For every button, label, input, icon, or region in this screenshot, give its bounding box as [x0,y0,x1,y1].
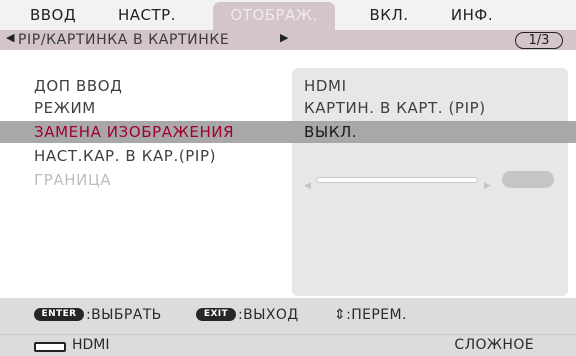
setting-label: НАСТ.КАР. В КАР.(PIP) [34,147,217,165]
submenu-title: PIP/КАРТИНКА В КАРТИНКЕ [18,32,230,48]
setting-label: ГРАНИЦА [34,171,112,189]
page-indicator: 1/3 [515,32,563,49]
enter-hint-label: :ВЫБРАТЬ [86,307,162,323]
tab-info[interactable]: ИНФ. [441,2,503,30]
tab-input[interactable]: ВВОД [22,2,84,30]
border-slider-track [316,177,478,183]
setting-row-pip-settings[interactable]: НАСТ.КАР. В КАР.(PIP) [0,145,576,167]
setting-value: HDMI [304,77,347,95]
move-hint-label: ⇕:ПЕРЕМ. [334,307,407,323]
enter-key-badge: ENTER [34,308,84,321]
setting-row-extra-input[interactable]: ДОП ВВОД HDMI [0,75,576,97]
current-source: HDMI [72,337,110,353]
setting-label: РЕЖИМ [34,99,96,117]
tab-display[interactable]: ОТОБРАЖ. [213,2,335,30]
submenu-bar: ◀ PIP/КАРТИНКА В КАРТИНКЕ ▶ 1/3 [0,30,576,50]
menu-mode: СЛОЖНОЕ [454,337,534,353]
setting-row-mode[interactable]: РЕЖИМ КАРТИН. В КАРТ. (PIP) [0,97,576,119]
slider-right-arrow-icon: ▶ [484,181,492,191]
setting-label: ЗАМЕНА ИЗОБРАЖЕНИЯ [34,123,235,141]
key-hints: ENTER :ВЫБРАТЬ EXIT :ВЫХОД ⇕:ПЕРЕМ. [0,306,576,324]
submenu-right-arrow-icon[interactable]: ▶ [280,31,288,44]
setting-row-picture-swap[interactable]: ЗАМЕНА ИЗОБРАЖЕНИЯ ВЫКЛ. [0,121,576,143]
status-bar: HDMI СЛОЖНОЕ [0,334,576,356]
exit-key-badge: EXIT [196,308,236,321]
settings-panel: ДОП ВВОД HDMI РЕЖИМ КАРТИН. В КАРТ. (PIP… [0,50,576,298]
hdmi-connector-icon [34,342,66,352]
tab-setup[interactable]: НАСТР. [104,2,190,30]
border-slider-value-box [502,171,554,188]
hint-footer: ENTER :ВЫБРАТЬ EXIT :ВЫХОД ⇕:ПЕРЕМ. [0,298,576,334]
tab-on[interactable]: ВКЛ. [358,2,420,30]
slider-left-arrow-icon: ◀ [304,181,312,191]
menu-tab-bar: ВВОД НАСТР. ОТОБРАЖ. ВКЛ. ИНФ. [0,0,576,30]
setting-value: ВЫКЛ. [304,123,358,141]
setting-row-border: ГРАНИЦА ◀ ▶ [0,169,576,191]
exit-hint-label: :ВЫХОД [238,307,299,323]
submenu-left-arrow-icon[interactable]: ◀ [6,31,14,44]
setting-value: КАРТИН. В КАРТ. (PIP) [304,99,486,117]
setting-label: ДОП ВВОД [34,77,123,95]
